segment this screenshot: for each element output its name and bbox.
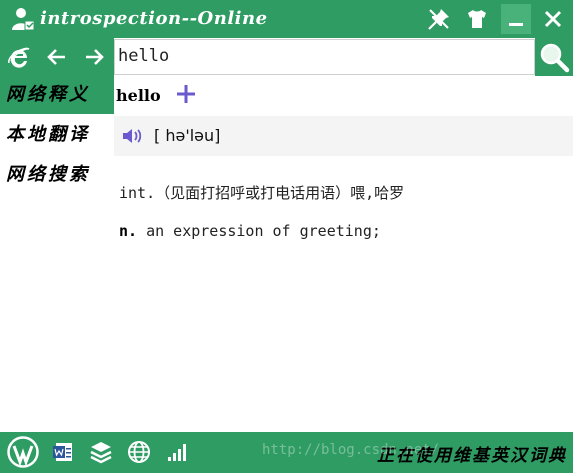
definitions: int.（见面打招呼或打电话用语）喂,哈罗 n. an expression o… [114, 156, 573, 432]
user-icon [12, 8, 35, 31]
browser-icon [8, 47, 30, 68]
word-doc-button[interactable] [50, 437, 76, 467]
pin-button[interactable] [424, 4, 454, 34]
minimize-icon [509, 23, 523, 26]
search-box [114, 39, 535, 75]
sidebar-item-local-translation[interactable]: 本地翻译 [0, 116, 114, 154]
speaker-icon[interactable] [122, 127, 142, 145]
phonetic-text: [ hə'ləu] [154, 126, 221, 145]
search-button[interactable] [535, 38, 573, 76]
back-button[interactable] [44, 44, 70, 70]
title-bar: introspection--Online [0, 0, 573, 38]
back-arrow-icon [47, 49, 65, 65]
headword: hello [116, 86, 161, 105]
browser-button[interactable] [6, 44, 32, 70]
pronunciation-row: [ hə'ləu] [114, 116, 573, 156]
plus-icon[interactable] [174, 82, 198, 106]
minimize-button[interactable] [501, 4, 531, 34]
watermark-text: http://blog.csdn.net/ [262, 442, 440, 458]
forward-arrow-icon [86, 49, 104, 65]
wordpress-button[interactable] [6, 436, 40, 468]
layers-button[interactable] [88, 437, 114, 467]
skin-button[interactable] [462, 4, 492, 34]
globe-icon [128, 441, 150, 463]
forward-button[interactable] [81, 44, 107, 70]
dictionary-content: hello [ hə'ləu] int.（见面打招呼或打电话用语）喂,哈罗 n.… [114, 76, 573, 432]
window-title: introspection--Online [40, 8, 268, 29]
close-button[interactable] [538, 4, 568, 34]
sidebar-item-web-definition[interactable]: 网络释义 [0, 76, 114, 114]
sidebar: 网络释义 本地翻译 网络搜索 [0, 76, 114, 432]
definition-item: int.（见面打招呼或打电话用语）喂,哈罗 [119, 184, 405, 202]
layers-icon [90, 442, 112, 464]
navigation-bar [0, 38, 114, 76]
word-doc-icon [53, 443, 72, 461]
pin-icon [428, 9, 449, 30]
signal-icon [168, 444, 186, 461]
sidebar-item-web-search[interactable]: 网络搜索 [0, 156, 114, 194]
close-icon [544, 10, 562, 28]
wordpress-icon [7, 436, 39, 468]
shirt-icon [468, 10, 486, 28]
signal-button[interactable] [164, 437, 190, 467]
definition-item: n. an expression of greeting; [119, 222, 381, 240]
part-of-speech: n. [119, 222, 138, 240]
word-header: hello [114, 76, 573, 116]
definition-text: an expression of greeting; [137, 222, 381, 240]
globe-button[interactable] [126, 437, 152, 467]
search-icon [540, 43, 570, 73]
search-input[interactable] [115, 40, 518, 72]
